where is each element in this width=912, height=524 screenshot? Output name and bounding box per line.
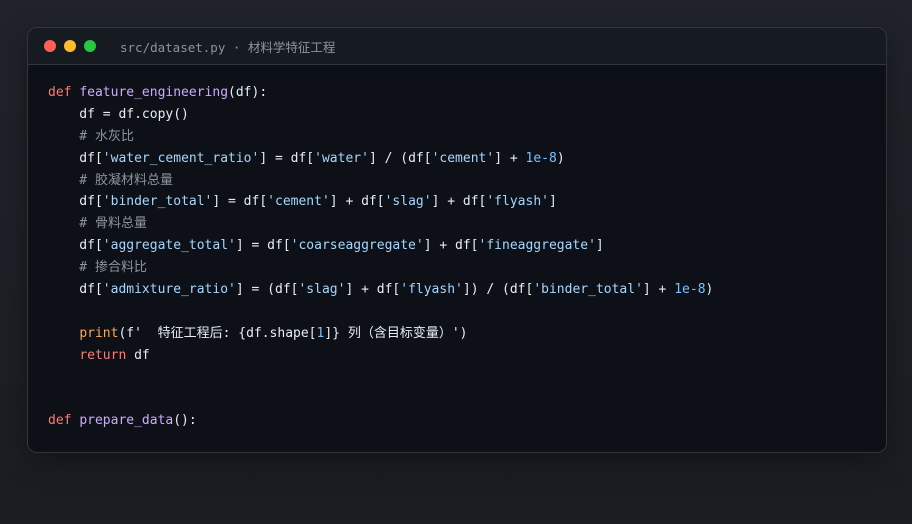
code-token: 'binder_total' xyxy=(533,282,643,298)
code-token: 'flyash' xyxy=(400,282,463,298)
code-line: # 水灰比 xyxy=(48,126,713,148)
code-line: def feature_engineering(df): xyxy=(48,82,713,104)
code-token: ] + xyxy=(642,282,675,298)
code-token: ] + df[ xyxy=(345,282,401,298)
code-token: 'aggregate_total' xyxy=(102,238,236,254)
code-token: 'slag' xyxy=(384,194,432,210)
code-line: return df xyxy=(48,345,713,367)
code-block[interactable]: def feature_engineering(df): df = df.cop… xyxy=(48,82,713,432)
code-token: ] = df[ xyxy=(235,238,291,254)
code-token: ]) / (df[ xyxy=(462,282,534,298)
code-token: # 骨料总量 xyxy=(48,216,147,232)
code-token: df xyxy=(126,347,150,363)
code-token: ] = df[ xyxy=(212,194,268,210)
window-title: src/dataset.py · 材料学特征工程 xyxy=(120,39,336,55)
code-token: df[ xyxy=(48,282,103,298)
code-token: 'slag' xyxy=(298,282,346,298)
code-token: ]} 列（含目标变量）') xyxy=(324,325,468,341)
code-line: df['binder_total'] = df['cement'] + df['… xyxy=(48,191,713,213)
code-token: return xyxy=(79,347,127,363)
code-token: ] / (df[ xyxy=(368,150,432,166)
maximize-button[interactable] xyxy=(84,40,96,52)
code-token: 1e-8 xyxy=(525,150,557,166)
code-line: df['admixture_ratio'] = (df['slag'] + df… xyxy=(48,279,713,301)
code-line: # 胶凝材料总量 xyxy=(48,170,713,192)
code-token: df[ xyxy=(48,238,103,254)
code-line: # 骨料总量 xyxy=(48,213,713,235)
code-token: (f' 特征工程后: {df.shape[ xyxy=(118,325,317,341)
close-button[interactable] xyxy=(44,40,56,52)
code-token: ] = df[ xyxy=(259,150,315,166)
code-token: 'water_cement_ratio' xyxy=(102,150,260,166)
code-token: 'flyash' xyxy=(486,194,549,210)
code-token: (): xyxy=(173,413,197,429)
code-token: ] + df[ xyxy=(329,194,385,210)
code-token: ) xyxy=(556,150,565,166)
code-token: ) xyxy=(705,282,714,298)
code-token: (df): xyxy=(228,85,268,100)
code-token: ] + df[ xyxy=(431,194,487,210)
minimize-button[interactable] xyxy=(64,40,76,52)
code-token: 'water' xyxy=(314,150,369,166)
code-token: feature_engineering xyxy=(79,85,229,100)
code-token: df[ xyxy=(48,150,103,166)
code-token: df[ xyxy=(48,194,103,210)
code-token: 'admixture_ratio' xyxy=(102,282,236,298)
code-token: # 掺合料比 xyxy=(48,260,147,276)
code-token: 'cement' xyxy=(267,194,330,210)
code-line: # 掺合料比 xyxy=(48,257,713,279)
window-titlebar: src/dataset.py · 材料学特征工程 xyxy=(28,28,886,65)
code-token: ] + xyxy=(494,150,526,166)
code-token: 'fineaggregate' xyxy=(478,238,596,254)
code-token: ] xyxy=(548,194,557,210)
code-token: 'binder_total' xyxy=(102,194,213,210)
code-token: def xyxy=(48,85,80,100)
code-line: df['aggregate_total'] = df['coarseaggreg… xyxy=(48,235,713,257)
code-line: df['water_cement_ratio'] = df['water'] /… xyxy=(48,148,713,170)
code-token: ] xyxy=(595,238,604,254)
code-token: ] = (df[ xyxy=(235,282,299,298)
code-token: 'coarseaggregate' xyxy=(290,238,424,254)
code-window: src/dataset.py · 材料学特征工程 def feature_eng… xyxy=(27,27,887,453)
code-token: print xyxy=(79,325,119,341)
code-token: # 胶凝材料总量 xyxy=(48,172,173,188)
code-token: df = df.copy() xyxy=(48,106,189,122)
code-token: def xyxy=(48,413,80,429)
code-line: def prepare_data(): xyxy=(48,410,713,432)
code-line: print(f' 特征工程后: {df.shape[1]} 列（含目标变量）') xyxy=(48,323,713,345)
code-token: # 水灰比 xyxy=(48,128,134,144)
code-line: df = df.copy() xyxy=(48,104,713,126)
code-token: ] + df[ xyxy=(423,238,479,254)
code-token: 'cement' xyxy=(431,150,495,166)
code-token: 1e-8 xyxy=(674,282,706,298)
code-token: prepare_data xyxy=(79,413,174,429)
